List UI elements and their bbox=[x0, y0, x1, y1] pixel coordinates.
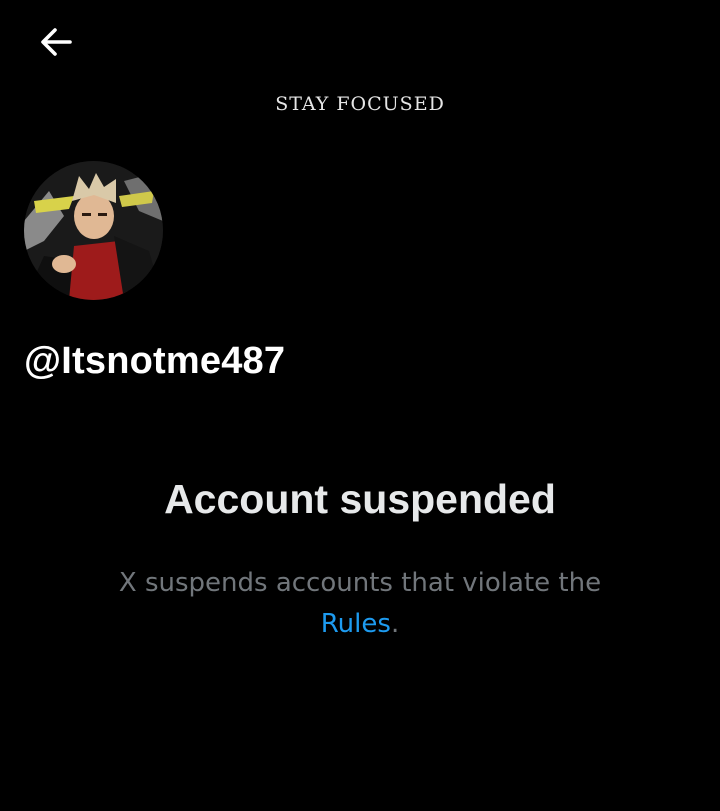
suspension-description-text: X suspends accounts that violate the bbox=[118, 568, 602, 598]
description-period: . bbox=[390, 609, 400, 639]
avatar-image bbox=[24, 161, 163, 300]
avatar[interactable] bbox=[24, 161, 163, 300]
suspension-title: Account suspended bbox=[164, 476, 556, 522]
back-button[interactable] bbox=[30, 20, 82, 64]
suspension-description: X suspends accounts that violate the Rul… bbox=[90, 563, 630, 645]
arrow-left-icon bbox=[36, 22, 76, 62]
rules-link[interactable]: Rules bbox=[321, 609, 391, 639]
banner-text: STAY FOCUSED bbox=[275, 93, 445, 115]
profile-handle: @Itsnotme487 bbox=[24, 340, 286, 382]
